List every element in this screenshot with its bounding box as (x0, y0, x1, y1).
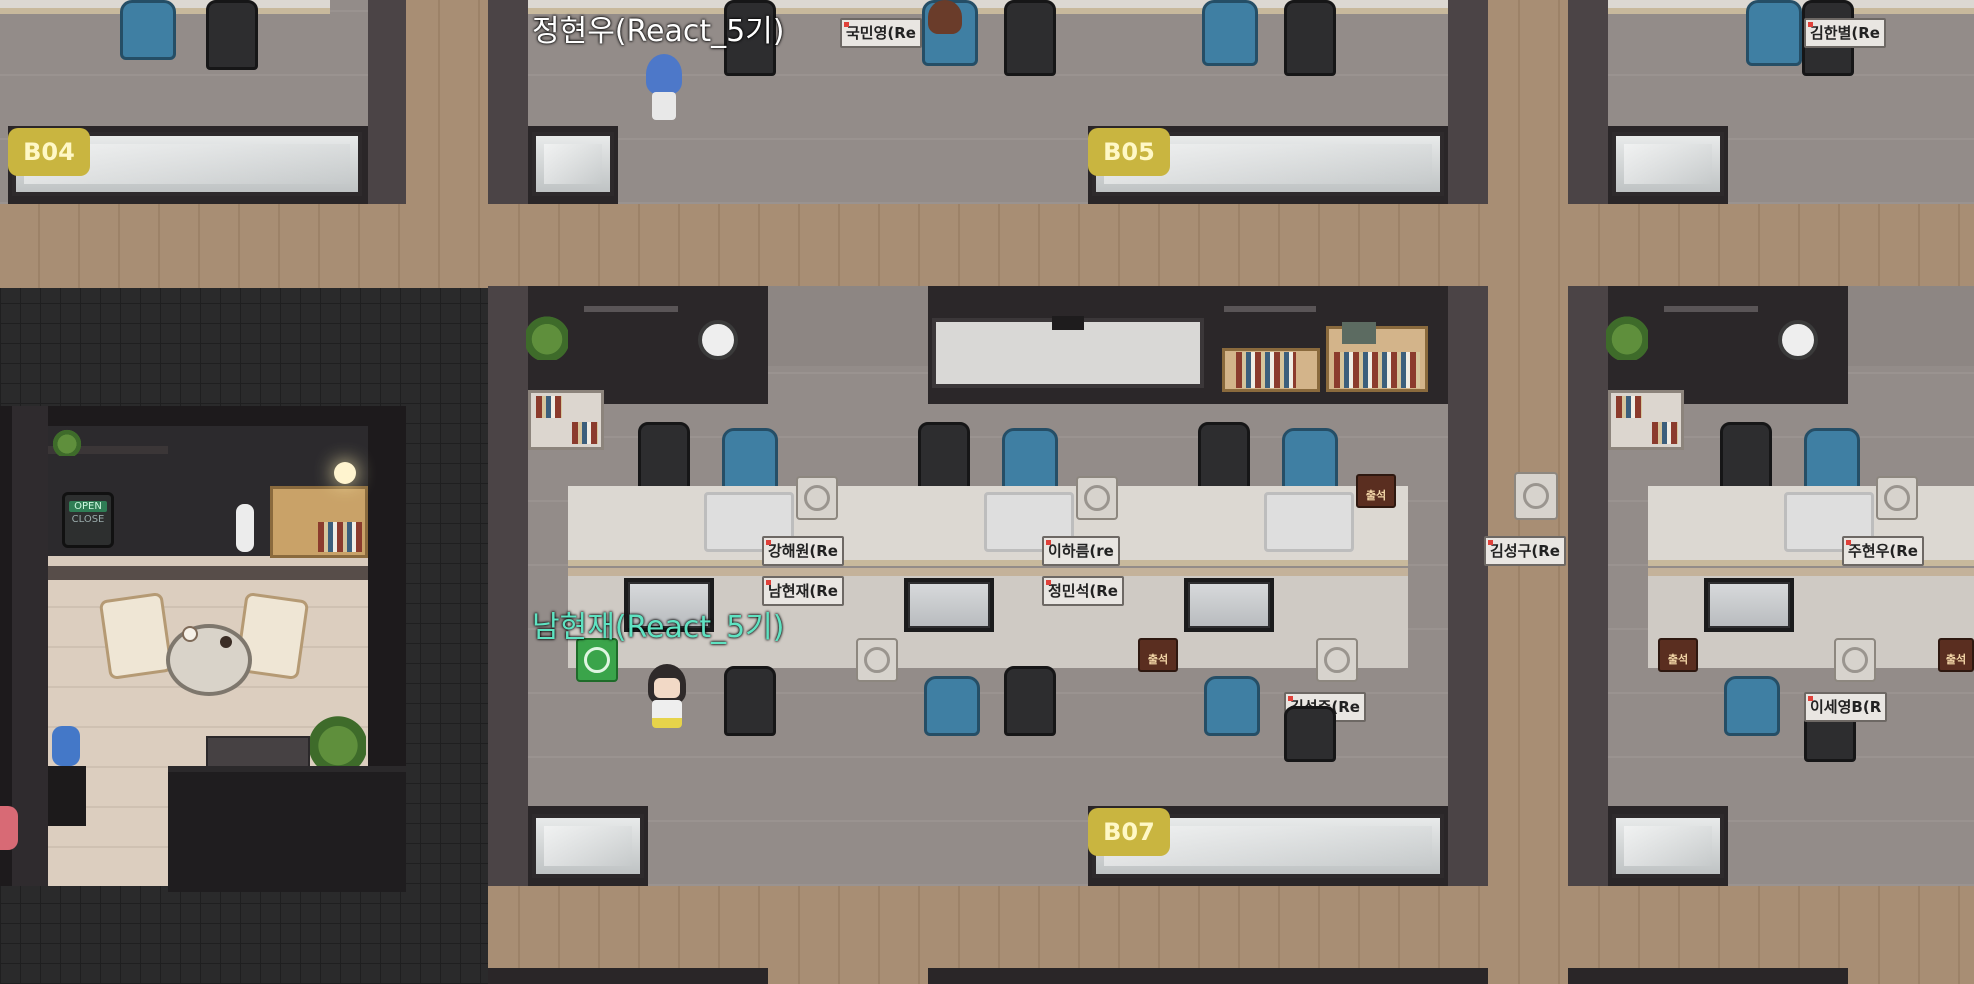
chair-icon[interactable] (1746, 0, 1802, 66)
nameplate[interactable]: 정민석(Re (1042, 576, 1124, 606)
nameplate[interactable]: 국민영(Re (840, 18, 922, 48)
round-table[interactable] (166, 624, 252, 696)
room-label-b05: B05 (1088, 128, 1170, 176)
plant-icon (52, 426, 82, 456)
chair-icon[interactable] (924, 676, 980, 736)
player-name-label: 정현우(React_5기) (532, 14, 785, 49)
room-top-right: 김한별(Re (1568, 0, 1974, 204)
chair-icon[interactable] (1198, 422, 1250, 494)
chair-icon[interactable] (724, 666, 776, 736)
power-icon[interactable] (1514, 472, 1558, 520)
player-body (652, 92, 676, 120)
chair-icon[interactable] (1204, 676, 1260, 736)
chair-icon[interactable] (918, 422, 970, 494)
chair-icon[interactable] (1284, 0, 1336, 76)
my-player-name-label: 남현재(React_5기) (532, 610, 785, 645)
plant-icon (1606, 308, 1648, 360)
armchair[interactable] (98, 591, 174, 681)
room-window (532, 814, 644, 878)
power-icon[interactable] (1076, 476, 1118, 520)
my-avatar-body (652, 700, 682, 728)
power-icon[interactable] (1316, 638, 1358, 682)
chair-icon[interactable] (120, 0, 176, 60)
nameplate[interactable]: 김성구(Re (1484, 536, 1566, 566)
wall-segment (488, 968, 768, 984)
attendance-badge[interactable]: 출석 (1938, 638, 1974, 672)
chair-icon[interactable] (1202, 0, 1258, 66)
nameplate[interactable]: 이하름(re (1042, 536, 1120, 566)
clock-icon (1778, 320, 1818, 360)
monitor-icon[interactable] (1184, 578, 1274, 632)
projector (1052, 316, 1084, 330)
monitor-icon[interactable] (904, 578, 994, 632)
power-icon[interactable] (1876, 476, 1918, 520)
room-b07: 출석 강해원(Re 이하름(re 출석 남현재(Re 정민석(Re 김성준(Re… (488, 286, 1488, 886)
attendance-badge[interactable]: 출석 (1138, 638, 1178, 672)
attendance-badge[interactable]: 출석 (1658, 638, 1698, 672)
wall-segment (928, 968, 1488, 984)
chair-icon[interactable] (206, 0, 258, 70)
plant-icon (526, 308, 568, 360)
nameplate[interactable]: 강해원(Re (762, 536, 844, 566)
vase-icon (236, 504, 254, 552)
room-window (1612, 132, 1724, 196)
power-icon[interactable] (1834, 638, 1876, 682)
water-cooler-icon (52, 726, 80, 766)
chair-icon[interactable] (1804, 428, 1860, 494)
clock-icon (698, 320, 738, 360)
chair-icon[interactable] (1284, 706, 1336, 762)
map-marker[interactable] (0, 806, 18, 850)
room-window (1612, 814, 1724, 878)
plant-icon (310, 706, 366, 772)
chair-icon[interactable] (722, 428, 778, 494)
nameplate[interactable]: 주현우(Re (1842, 536, 1924, 566)
room-b04: B04 (0, 0, 406, 204)
monitor-icon[interactable] (1264, 492, 1354, 552)
chair-icon[interactable] (1002, 428, 1058, 494)
monitor-icon[interactable] (1704, 578, 1794, 632)
my-avatar-face (654, 678, 680, 698)
player-avatar[interactable] (928, 0, 962, 34)
chair-icon[interactable] (1004, 666, 1056, 736)
power-icon[interactable] (856, 638, 898, 682)
wall-segment (1568, 968, 1848, 984)
nameplate[interactable]: 김한별(Re (1804, 18, 1886, 48)
nameplate[interactable]: 이세영B(R (1804, 692, 1888, 722)
power-icon[interactable] (796, 476, 838, 520)
chair-icon[interactable] (1282, 428, 1338, 494)
chair-icon[interactable] (1724, 676, 1780, 736)
room-window (532, 132, 614, 196)
chair-icon[interactable] (638, 422, 690, 494)
attendance-badge[interactable]: 출석 (1356, 474, 1396, 508)
player-avatar[interactable] (646, 54, 682, 94)
chair-icon[interactable] (1004, 0, 1056, 76)
room-right: 주현우(Re 출석 출석 이세영B(R (1568, 286, 1974, 886)
cup-icon (220, 636, 232, 648)
lounge-room: OPEN CLOSE (0, 406, 406, 892)
room-label-b04: B04 (8, 128, 90, 176)
open-close-sign[interactable]: OPEN CLOSE (62, 492, 114, 548)
cup-icon (182, 626, 198, 642)
chair-icon[interactable] (1720, 422, 1772, 494)
lamp-icon (334, 462, 356, 484)
room-label-b07: B07 (1088, 808, 1170, 856)
